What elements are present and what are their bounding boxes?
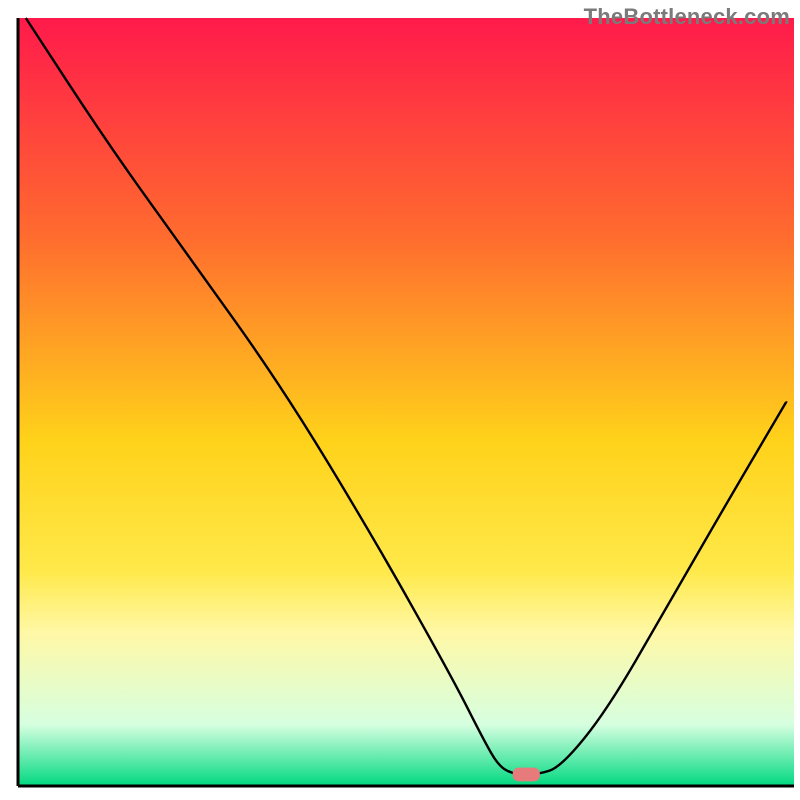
plot-background <box>18 18 794 786</box>
optimum-marker <box>513 768 540 782</box>
chart-container: TheBottleneck.com <box>0 0 800 800</box>
watermark-text: TheBottleneck.com <box>584 4 790 30</box>
bottleneck-chart <box>0 0 800 800</box>
